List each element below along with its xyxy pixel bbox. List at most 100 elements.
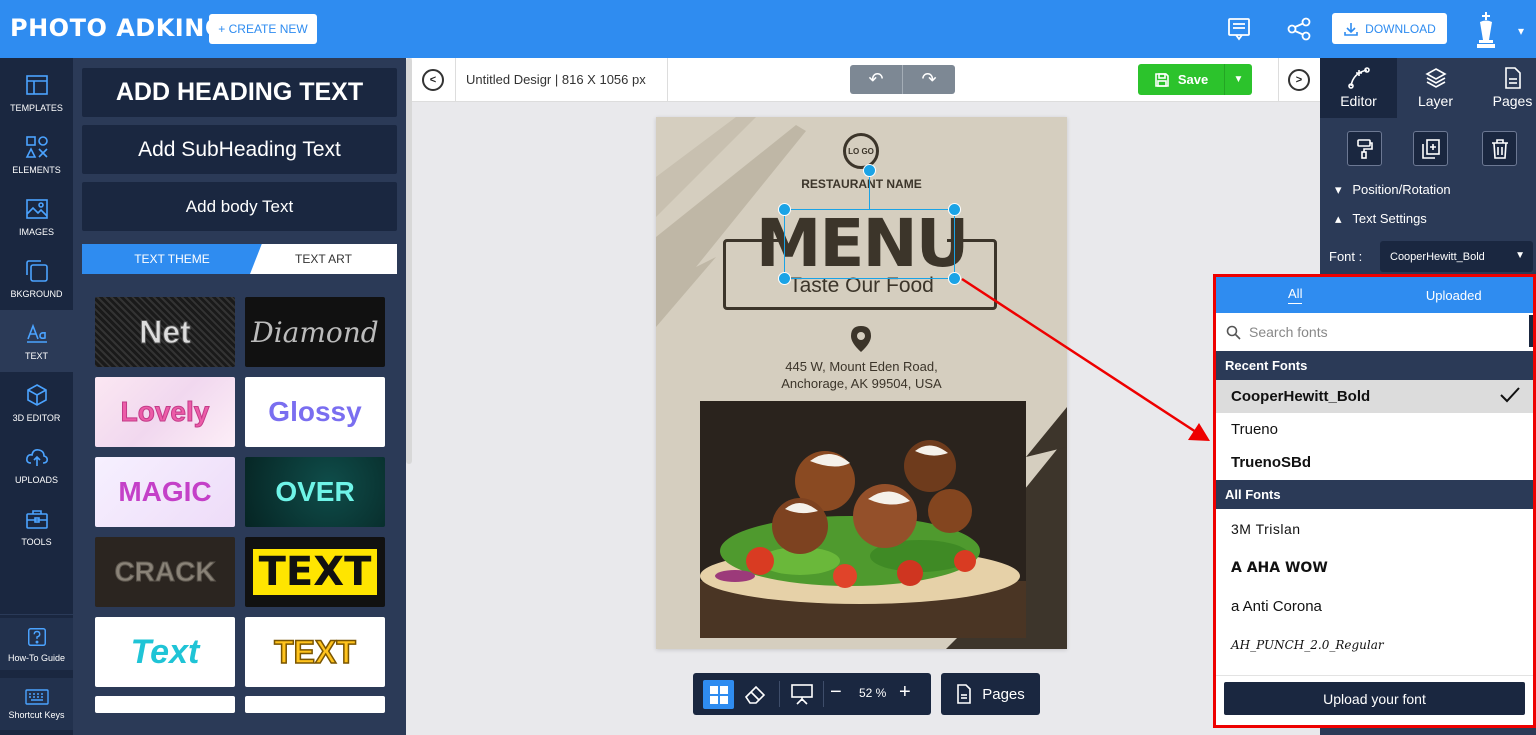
font-option[interactable]: a Anti Corona bbox=[1216, 590, 1533, 623]
selection-box[interactable] bbox=[784, 209, 955, 279]
font-option[interactable]: Trueno bbox=[1216, 413, 1533, 446]
nav-how-to-guide[interactable]: How-To Guide bbox=[0, 618, 73, 670]
zoom-in-icon[interactable]: + bbox=[899, 681, 911, 704]
search-input[interactable]: Search fonts bbox=[1249, 324, 1328, 340]
theme-tile[interactable]: Net bbox=[95, 297, 235, 367]
font-list-scrollbar[interactable] bbox=[1529, 315, 1533, 347]
templates-icon bbox=[25, 75, 48, 95]
toolbar-divider bbox=[1278, 58, 1279, 102]
tab-uploaded-fonts[interactable]: Uploaded bbox=[1375, 277, 1534, 313]
eraser-icon[interactable] bbox=[743, 683, 767, 705]
font-option[interactable]: TruenoSBd bbox=[1216, 446, 1533, 479]
theme-tile-partial[interactable] bbox=[95, 696, 235, 713]
share-icon[interactable] bbox=[1286, 16, 1312, 42]
upload-font-button[interactable]: Upload your font bbox=[1224, 682, 1525, 715]
design-page[interactable]: LO GO RESTAURANT NAME MENU Taste Our Foo… bbox=[656, 117, 1067, 649]
font-option[interactable]: AH_PUNCH_2.0_Regular bbox=[1216, 628, 1533, 661]
nav-uploads[interactable]: UPLOADS bbox=[0, 434, 73, 496]
help-icon bbox=[27, 627, 46, 646]
resize-handle-top-right[interactable] bbox=[948, 203, 961, 216]
rotate-handle[interactable] bbox=[863, 164, 876, 177]
undo-icon[interactable]: ↶ bbox=[850, 65, 903, 94]
theme-tile[interactable]: Glossy bbox=[245, 377, 385, 447]
theme-tile[interactable]: MAGIC bbox=[95, 457, 235, 527]
restaurant-name[interactable]: RESTAURANT NAME bbox=[656, 177, 1067, 191]
duplicate-button[interactable] bbox=[1413, 131, 1448, 166]
zoom-out-icon[interactable]: − bbox=[830, 681, 842, 704]
tab-layer[interactable]: Layer bbox=[1398, 58, 1473, 118]
elements-icon bbox=[25, 136, 48, 158]
theme-tile[interactable]: TEXT bbox=[245, 617, 385, 687]
images-icon bbox=[25, 199, 48, 219]
pages-icon bbox=[1504, 67, 1521, 89]
save-button[interactable]: Save ▼ bbox=[1138, 64, 1252, 95]
theme-tile-text-yellow[interactable]: TEXT bbox=[245, 537, 385, 607]
collapse-left-panel-icon[interactable]: < bbox=[422, 69, 444, 91]
theme-tile-partial[interactable] bbox=[245, 696, 385, 713]
all-fonts-header: All Fonts bbox=[1216, 480, 1533, 509]
profile-caret-icon[interactable]: ▾ bbox=[1518, 24, 1524, 38]
nav-elements[interactable]: ELEMENTS bbox=[0, 124, 73, 186]
redo-icon[interactable]: ↷ bbox=[903, 65, 955, 94]
pages-button[interactable]: Pages bbox=[941, 673, 1040, 715]
font-option[interactable]: 3M Trislan bbox=[1216, 512, 1533, 545]
text-settings-section[interactable]: ▴ Text Settings bbox=[1335, 211, 1427, 227]
collapse-right-panel-icon[interactable]: > bbox=[1288, 69, 1310, 91]
address[interactable]: 445 W, Mount Eden Road, Anchorage, AK 99… bbox=[656, 358, 1067, 392]
nav-3d-editor[interactable]: 3D EDITOR bbox=[0, 372, 73, 434]
theme-tile[interactable]: Lovely bbox=[95, 377, 235, 447]
search-icon bbox=[1226, 325, 1241, 340]
nav-templates[interactable]: TEMPLATES bbox=[0, 62, 73, 124]
theme-tile[interactable]: Text bbox=[95, 617, 235, 687]
tab-text-art[interactable]: TEXT ART bbox=[250, 244, 397, 274]
download-button[interactable]: DOWNLOAD bbox=[1332, 13, 1447, 44]
tab-text-theme[interactable]: TEXT THEME bbox=[82, 244, 262, 274]
recent-fonts-header: Recent Fonts bbox=[1216, 351, 1533, 380]
create-new-button[interactable]: + CREATE NEW bbox=[209, 14, 317, 44]
add-heading-button[interactable]: ADD HEADING TEXT bbox=[82, 68, 397, 117]
background-icon bbox=[25, 260, 48, 282]
comment-icon[interactable] bbox=[1226, 16, 1252, 42]
app-logo[interactable]: PHOTO ADKING bbox=[10, 14, 225, 42]
tab-all-fonts[interactable]: All bbox=[1216, 277, 1375, 313]
theme-tile[interactable]: OVER bbox=[245, 457, 385, 527]
food-photo[interactable] bbox=[700, 401, 1026, 638]
nav-shortcut-keys[interactable]: Shortcut Keys bbox=[0, 678, 73, 730]
tab-pages[interactable]: Pages bbox=[1474, 58, 1536, 118]
grid-view-button[interactable] bbox=[703, 680, 734, 709]
font-dropdown: All Uploaded Search fonts Recent Fonts C… bbox=[1213, 274, 1536, 728]
font-search[interactable]: Search fonts bbox=[1216, 313, 1533, 351]
save-options-caret-icon[interactable]: ▼ bbox=[1224, 64, 1252, 95]
add-body-button[interactable]: Add body Text bbox=[82, 182, 397, 231]
document-title[interactable]: Untitled Desigr | 816 X 1056 px bbox=[466, 72, 646, 87]
presentation-icon[interactable] bbox=[790, 683, 814, 705]
resize-handle-top-left[interactable] bbox=[778, 203, 791, 216]
nav-images[interactable]: IMAGES bbox=[0, 186, 73, 248]
paint-roller-icon bbox=[1356, 138, 1373, 159]
font-label: Font : bbox=[1329, 249, 1363, 264]
nav-tools[interactable]: TOOLS bbox=[0, 496, 73, 558]
theme-tile[interactable]: Diamond bbox=[245, 297, 385, 367]
resize-handle-bottom-right[interactable] bbox=[948, 272, 961, 285]
font-select[interactable]: CooperHewitt_Bold ▼ bbox=[1380, 241, 1533, 272]
chess-king-avatar-icon[interactable] bbox=[1474, 10, 1498, 50]
theme-tile[interactable]: CRACK bbox=[95, 537, 235, 607]
resize-handle-bottom-left[interactable] bbox=[778, 272, 791, 285]
layers-icon bbox=[1424, 68, 1447, 88]
format-painter-button[interactable] bbox=[1347, 131, 1382, 166]
location-pin-icon[interactable] bbox=[850, 325, 872, 353]
font-option-selected[interactable]: CooperHewitt_Bold bbox=[1216, 380, 1533, 413]
nav-background[interactable]: BKGROUND bbox=[0, 248, 73, 310]
add-subheading-button[interactable]: Add SubHeading Text bbox=[82, 125, 397, 174]
delete-button[interactable] bbox=[1482, 131, 1517, 166]
tab-editor[interactable]: Editor bbox=[1320, 58, 1397, 118]
font-option[interactable]: A AHA WOW bbox=[1216, 551, 1533, 584]
position-rotation-section[interactable]: ▾ Position/Rotation bbox=[1335, 182, 1451, 198]
zoom-level[interactable]: 52 % bbox=[859, 686, 886, 700]
restaurant-logo[interactable]: LO GO bbox=[843, 133, 879, 169]
nav-text[interactable]: TEXT bbox=[0, 310, 73, 372]
toolbar-divider bbox=[667, 58, 668, 102]
toolbox-icon bbox=[25, 510, 48, 529]
keyboard-icon bbox=[24, 688, 49, 705]
save-main[interactable]: Save bbox=[1138, 64, 1224, 95]
